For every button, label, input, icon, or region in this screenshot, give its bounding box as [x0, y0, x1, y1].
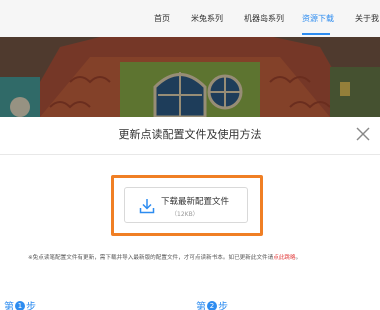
step-prefix: 第: [196, 302, 206, 310]
step-suffix: 步: [218, 302, 228, 310]
step-suffix: 步: [26, 302, 36, 310]
modal-header: 更新点读配置文件及使用方法: [0, 117, 380, 155]
notice-text: ※免点读笔配置文件有更新，需下载并导入最新版的配置文件，才可点读新书本。如已更新…: [28, 255, 274, 261]
hero-banner: [0, 37, 380, 117]
step-number-badge: 1: [15, 300, 25, 310]
nav-item-robot-island-series[interactable]: 机器岛系列: [244, 0, 284, 37]
nav-item-home[interactable]: 首页: [154, 0, 170, 37]
nav-item-resource-download[interactable]: 资源下载: [302, 0, 334, 37]
download-button-label: 下载最新配置文件: [161, 197, 230, 207]
step-2-heading: 第2步: [196, 298, 228, 310]
config-update-modal: 更新点读配置文件及使用方法 下载最新配置文件 （12KB） ※免点读笔配置文件有…: [0, 117, 380, 310]
step-prefix: 第: [4, 302, 14, 310]
nav-item-about[interactable]: 关于我: [355, 0, 379, 37]
top-nav: 首页 米兔系列 机器岛系列 资源下载 关于我: [0, 0, 380, 37]
nav-item-mitu-series[interactable]: 米兔系列: [191, 0, 223, 37]
modal-title: 更新点读配置文件及使用方法: [118, 128, 262, 141]
notice-skip-link[interactable]: 点此跳略: [273, 255, 295, 261]
step-1-heading: 第1步: [4, 298, 36, 310]
nav-active-indicator: [302, 33, 330, 35]
download-icon: [139, 199, 155, 214]
download-file-size: （12KB）: [171, 211, 199, 218]
step-number-badge: 2: [207, 300, 217, 310]
update-notice: ※免点读笔配置文件有更新，需下载并导入最新版的配置文件，才可点读新书本。如已更新…: [28, 255, 302, 261]
close-icon[interactable]: [354, 125, 372, 143]
download-config-button[interactable]: 下载最新配置文件 （12KB）: [124, 187, 248, 223]
